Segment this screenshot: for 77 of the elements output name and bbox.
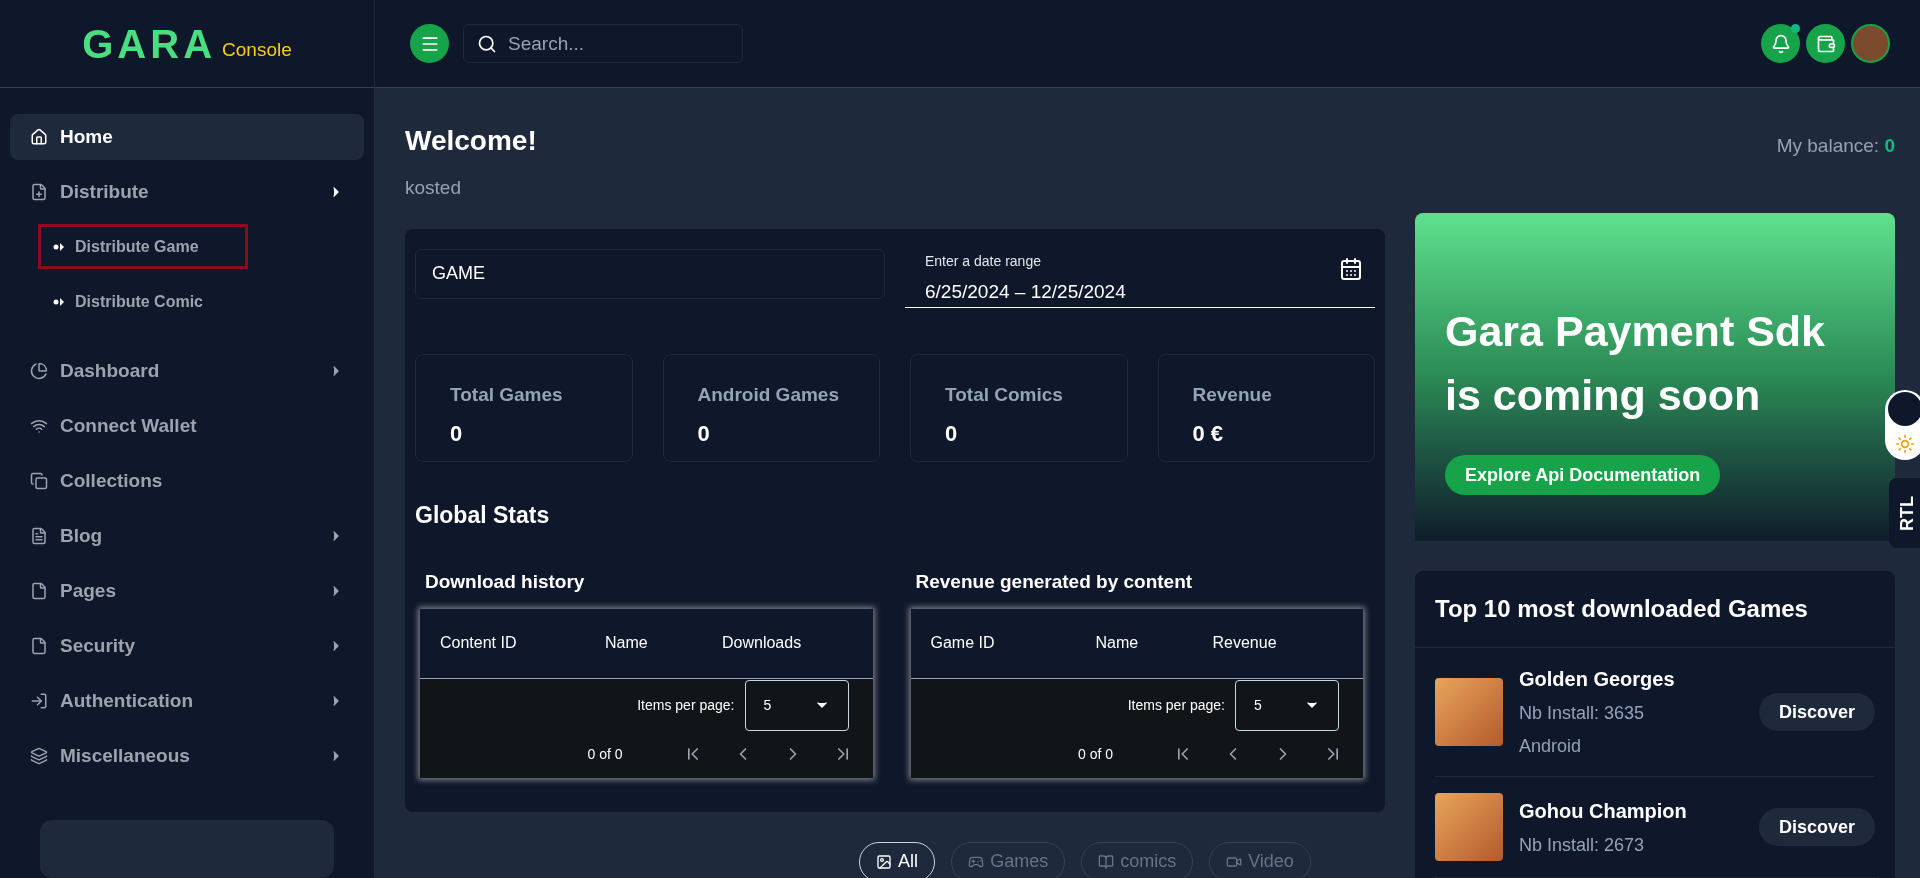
- install-count: Nb Install: 3635: [1519, 702, 1646, 725]
- username: kosted: [405, 176, 462, 200]
- column-header: Revenue: [1212, 633, 1277, 653]
- page-range: 0 of 0: [1077, 744, 1113, 764]
- theme-toggle[interactable]: [1885, 390, 1920, 460]
- panel-title: Top 10 most downloaded Games: [1415, 571, 1895, 648]
- menu-icon: [30, 527, 48, 545]
- type-field[interactable]: GAME: [415, 248, 885, 299]
- section-title: Global Stats: [415, 500, 551, 530]
- sidebar-item[interactable]: Miscellaneous: [10, 733, 364, 779]
- stat-card: Android Games 0: [662, 353, 880, 462]
- platform: Android: [1519, 735, 1583, 758]
- game-name: Gohou Champion: [1519, 798, 1688, 824]
- menu-icon: [30, 472, 48, 490]
- sidebar-item[interactable]: Connect Wallet: [10, 403, 364, 449]
- notification-button[interactable]: [1761, 24, 1800, 63]
- welcome-title: Welcome!: [405, 124, 538, 158]
- wallet-button[interactable]: [1806, 24, 1845, 63]
- search-field[interactable]: Search...: [463, 24, 743, 63]
- menu-button[interactable]: [410, 24, 449, 63]
- balance-value: 0: [1884, 135, 1895, 156]
- date-range-field[interactable]: Enter a date range 6/25/2024 – 12/25/2024: [905, 248, 1375, 308]
- sidebar-item[interactable]: Authentication: [10, 678, 364, 724]
- sun-icon: [1895, 434, 1915, 454]
- menu-icon: [30, 128, 48, 146]
- menu-icon: [30, 183, 48, 201]
- wallet-icon: [1815, 33, 1836, 54]
- menu-icon: [30, 362, 48, 380]
- menu-icon: [30, 637, 48, 655]
- column-header: Name: [605, 633, 649, 653]
- sidebar-item[interactable]: Dashboard: [10, 348, 364, 394]
- calendar-icon[interactable]: [1339, 256, 1363, 281]
- sidebar-item[interactable]: Security: [10, 623, 364, 669]
- sidebar-item[interactable]: Home: [10, 114, 364, 160]
- submenu-item[interactable]: Distribute Comic: [38, 279, 248, 324]
- menu-icon: [30, 747, 48, 765]
- sidebar-item[interactable]: Distribute: [10, 169, 364, 215]
- tab-icon: [1098, 853, 1115, 870]
- sidebar-item[interactable]: Pages: [10, 568, 364, 614]
- discover-button[interactable]: Discover: [1758, 808, 1875, 846]
- column-header: Game ID: [930, 633, 996, 653]
- bullet-icon: [53, 297, 65, 306]
- items-per-page-select[interactable]: 5: [744, 679, 849, 731]
- balance-label: My balance:: [1776, 135, 1880, 156]
- menu-icon: [30, 417, 48, 435]
- column-header: Downloads: [722, 633, 802, 653]
- game-thumbnail: [1435, 678, 1503, 746]
- sidebar-item[interactable]: Collections: [10, 458, 364, 504]
- submenu-item[interactable]: Distribute Game: [38, 224, 248, 269]
- sidebar-item[interactable]: Blog: [10, 513, 364, 559]
- page-range: 0 of 0: [587, 744, 623, 764]
- table-title: Download history: [425, 570, 586, 594]
- discover-button[interactable]: Discover: [1758, 693, 1875, 731]
- column-header: Name: [1095, 633, 1140, 653]
- stat-card: Revenue 0 €: [1157, 353, 1375, 462]
- logo-text: GARA: [82, 20, 217, 68]
- table-title: Revenue generated by content: [915, 570, 1194, 594]
- promo-banner: Gara Payment Sdk is coming soon Explore Api Documentation: [1415, 213, 1895, 541]
- items-per-page-label: Items per page:: [1127, 695, 1225, 715]
- toggle-knob: [1888, 392, 1920, 426]
- game-thumbnail: [1435, 793, 1503, 861]
- menu-icon: [30, 582, 48, 600]
- game-name: Golden Georges: [1519, 667, 1676, 692]
- tab-icon: [876, 853, 893, 870]
- items-per-page-label: Items per page:: [637, 695, 735, 715]
- bullet-icon: [53, 242, 65, 251]
- search-icon: [477, 34, 497, 54]
- column-header: Content ID: [440, 633, 518, 653]
- bell-icon: [1770, 33, 1791, 54]
- install-count: Nb Install: 2673: [1519, 833, 1646, 857]
- stat-card: Total Comics 0: [910, 353, 1128, 462]
- avatar[interactable]: [1851, 24, 1890, 63]
- logo-suffix: Console: [222, 38, 292, 63]
- rtl-toggle[interactable]: RTL: [1889, 478, 1920, 548]
- stat-card: Total Games 0: [415, 353, 633, 462]
- menu-icon: [30, 692, 48, 710]
- items-per-page-select[interactable]: 5: [1235, 679, 1339, 731]
